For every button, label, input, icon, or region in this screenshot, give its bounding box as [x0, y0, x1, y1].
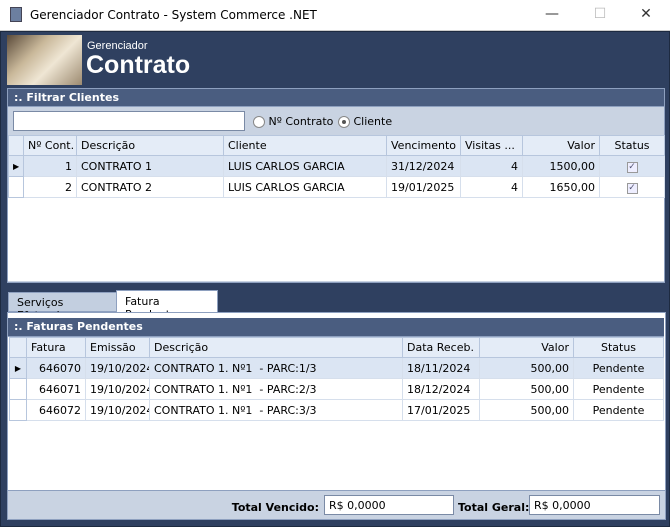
col-descricao[interactable]: Descrição [76, 135, 224, 156]
status-checkbox[interactable]: ✓ [626, 183, 638, 194]
search-input[interactable] [13, 111, 245, 131]
tab-fatura-pendente[interactable]: Fatura Pendente [116, 290, 218, 321]
col-data-receb[interactable]: Data Receb. [402, 337, 480, 358]
cell-emissao[interactable]: 19/10/2024 [85, 399, 150, 421]
cell-descricao[interactable]: CONTRATO 1. Nº1 - PARC:2/3 [149, 378, 403, 400]
cell-descricao[interactable]: CONTRATO 1. Nº1 - PARC:1/3 [149, 357, 403, 379]
row-header-corner [9, 337, 27, 358]
status-checkbox[interactable]: ✓ [626, 162, 638, 173]
col-valor[interactable]: Valor [522, 135, 600, 156]
total-geral-label: Total Geral: [458, 501, 530, 514]
total-geral-field[interactable] [529, 495, 660, 515]
cell-data-receb[interactable]: 17/01/2025 [402, 399, 480, 421]
cell-fatura[interactable]: 646071 [26, 378, 86, 400]
grid-header-row: Nº Cont. Descrição Cliente Vencimento Vi… [8, 135, 665, 156]
cell-num[interactable]: 2 [23, 176, 77, 198]
cell-visitas[interactable]: 4 [460, 155, 523, 177]
cell-data-receb[interactable]: 18/11/2024 [402, 357, 480, 379]
row-selector-icon[interactable]: ▶ [8, 155, 24, 177]
cell-valor[interactable]: 500,00 [479, 357, 574, 379]
cell-status[interactable]: ✓ [599, 155, 665, 177]
cell-emissao[interactable]: 19/10/2024 [85, 378, 150, 400]
header-image [7, 35, 82, 85]
invoices-panel-header: :. Faturas Pendentes [8, 318, 664, 337]
tab-servicos-efetuado[interactable]: Serviços Efetuado [8, 292, 117, 322]
cell-vencimento[interactable]: 19/01/2025 [386, 176, 461, 198]
table-row[interactable]: 646071 19/10/2024 CONTRATO 1. Nº1 - PARC… [9, 378, 664, 400]
cell-valor[interactable]: 500,00 [479, 399, 574, 421]
col-emissao[interactable]: Emissão [85, 337, 150, 358]
cell-descricao[interactable]: CONTRATO 2 [76, 176, 224, 198]
contracts-grid: Nº Cont. Descrição Cliente Vencimento Vi… [8, 135, 665, 281]
col-status[interactable]: Status [573, 337, 664, 358]
cell-vencimento[interactable]: 31/12/2024 [386, 155, 461, 177]
maximize-button[interactable]: ☐ [588, 6, 612, 22]
app-icon [10, 7, 22, 22]
cell-fatura[interactable]: 646070 [26, 357, 86, 379]
radio-circle[interactable] [253, 116, 265, 128]
cell-status[interactable]: Pendente [573, 399, 664, 421]
cell-valor[interactable]: 1500,00 [522, 155, 600, 177]
col-status[interactable]: Status [599, 135, 665, 156]
page-title: Contrato [86, 51, 191, 79]
total-vencido-label: Total Vencido: [231, 501, 319, 514]
cell-status[interactable]: Pendente [573, 357, 664, 379]
invoices-grid: Fatura Emissão Descrição Data Receb. Val… [9, 337, 664, 489]
minimize-button[interactable]: — [540, 6, 564, 22]
radio-cliente-label: Cliente [353, 115, 393, 128]
cell-valor[interactable]: 1650,00 [522, 176, 600, 198]
table-row[interactable]: ▶ 1 CONTRATO 1 LUIS CARLOS GARCIA 31/12/… [8, 155, 665, 177]
grid-header-row: Fatura Emissão Descrição Data Receb. Val… [9, 337, 664, 358]
row-header-corner [8, 135, 24, 156]
table-row[interactable]: ▶ 646070 19/10/2024 CONTRATO 1. Nº1 - PA… [9, 357, 664, 379]
table-row[interactable]: 2 CONTRATO 2 LUIS CARLOS GARCIA 19/01/20… [8, 176, 665, 198]
col-vencimento[interactable]: Vencimento [386, 135, 461, 156]
title-bar: Gerenciador Contrato - System Commerce .… [0, 0, 670, 31]
radio-cliente[interactable]: Cliente [338, 115, 392, 128]
cell-num[interactable]: 1 [23, 155, 77, 177]
cell-descricao[interactable]: CONTRATO 1 [76, 155, 224, 177]
cell-visitas[interactable]: 4 [460, 176, 523, 198]
total-vencido-field[interactable] [324, 495, 454, 515]
row-selector[interactable] [9, 378, 27, 400]
radio-contrato[interactable]: Nº Contrato [253, 115, 333, 128]
cell-cliente[interactable]: LUIS CARLOS GARCIA [223, 155, 387, 177]
row-selector[interactable] [8, 176, 24, 198]
cell-cliente[interactable]: LUIS CARLOS GARCIA [223, 176, 387, 198]
cell-data-receb[interactable]: 18/12/2024 [402, 378, 480, 400]
col-descricao[interactable]: Descrição [149, 337, 403, 358]
col-visitas[interactable]: Visitas ... [460, 135, 523, 156]
close-button[interactable]: ✕ [634, 6, 658, 22]
radio-circle-selected[interactable] [338, 116, 350, 128]
col-cliente[interactable]: Cliente [223, 135, 387, 156]
cell-valor[interactable]: 500,00 [479, 378, 574, 400]
row-selector[interactable] [9, 399, 27, 421]
window-title: Gerenciador Contrato - System Commerce .… [30, 8, 317, 22]
cell-descricao[interactable]: CONTRATO 1. Nº1 - PARC:3/3 [149, 399, 403, 421]
row-selector-icon[interactable]: ▶ [9, 357, 27, 379]
cell-status[interactable]: ✓ [599, 176, 665, 198]
cell-fatura[interactable]: 646072 [26, 399, 86, 421]
table-row[interactable]: 646072 19/10/2024 CONTRATO 1. Nº1 - PARC… [9, 399, 664, 421]
col-valor[interactable]: Valor [479, 337, 574, 358]
cell-emissao[interactable]: 19/10/2024 [85, 357, 150, 379]
filter-panel-header: :. Filtrar Clientes [8, 89, 664, 107]
radio-contrato-label: Nº Contrato [268, 115, 334, 128]
col-num[interactable]: Nº Cont. [23, 135, 77, 156]
col-fatura[interactable]: Fatura [26, 337, 86, 358]
cell-status[interactable]: Pendente [573, 378, 664, 400]
